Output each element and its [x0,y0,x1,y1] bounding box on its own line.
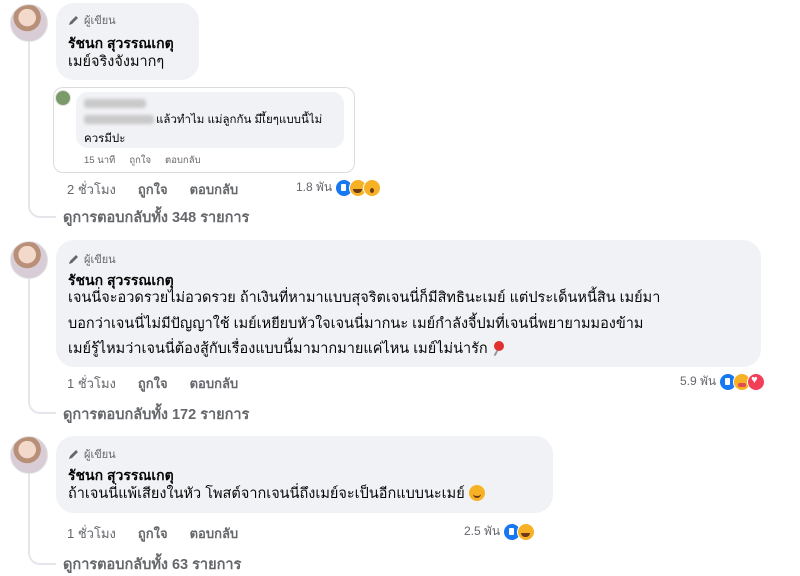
comment-text-wrap: ถ้าเจนนี่แพ้เสียงในหัว โพสต์จากเจนนี่ถึง… [68,482,486,507]
comment-text: ถ้าเจนนี่แพ้เสียงในหัว โพสต์จากเจนนี่ถึง… [68,486,465,502]
comment-time[interactable]: 1 ชั่วโมง [67,523,116,544]
blurred-text [84,115,154,124]
author-badge: ผู้เขียน [68,11,116,29]
comment-text-line1: เจนนี่จะอวดรวยไม่อวดรวย ถ้าเงินที่หามาแบ… [68,290,661,306]
reaction-count: 5.9 พัน [680,374,717,388]
blurred-name [84,99,146,108]
reply-link[interactable]: ตอบกลับ [190,523,239,544]
author-badge-label: ผู้เขียน [84,449,116,461]
like-link[interactable]: ถูกใจ [138,523,168,544]
author-badge-label: ผู้เขียน [84,15,116,27]
avatar[interactable] [10,4,48,42]
like-link[interactable]: ถูกใจ [138,179,168,200]
reaction-count: 1.8 พัน [296,180,333,194]
comment-actions: 1 ชั่วโมง ถูกใจ ตอบกลับ [67,523,238,544]
comment-text-line3-wrap: เมย์รู้ไหมว่าเจนนี่ต้องสู้กับเรื่องแบบนี… [68,337,505,362]
pencil-icon [69,450,78,459]
comment-actions: 2 ชั่วโมง ถูกใจ ตอบกลับ [67,179,238,200]
comment-time[interactable]: 2 ชั่วโมง [67,179,116,200]
view-replies-link[interactable]: ดูการตอบกลับทั้ง 63 รายการ [63,553,241,576]
nested-reply-actions: 15 นาที ถูกใจ ตอบกลับ [84,153,201,168]
avatar[interactable] [10,436,48,474]
comment-text-line3: เมย์รู้ไหมว่าเจนนี่ต้องสู้กับเรื่องแบบนี… [68,341,488,357]
wow-icon [363,178,382,197]
love-icon [747,372,766,391]
comment-actions: 1 ชั่วโมง ถูกใจ ตอบกลับ [67,373,238,394]
reaction-summary[interactable]: 1.8 พัน [296,178,382,197]
lollipop-emoji-icon [494,341,505,351]
nested-reply-text-line1: แล้วทำไม แม่ลูกกัน มีเี้ยๆแบบนี้ไม่ [156,114,323,126]
pencil-icon [69,16,78,25]
thread-line [28,474,56,565]
reaction-summary[interactable]: 2.5 พัน [464,522,536,541]
view-replies-link[interactable]: ดูการตอบกลับทั้ง 348 รายการ [63,206,249,229]
view-replies-link[interactable]: ดูการตอบกลับทั้ง 172 รายการ [63,403,249,426]
author-badge-label: ผู้เขียน [84,254,116,266]
nested-time[interactable]: 15 นาที [84,153,115,168]
nested-avatar [55,90,71,106]
thread-line [28,279,56,414]
thread-line [28,42,56,218]
comment-text-line2: บอกว่าเจนนี่ไม่มีปัญญาใช้ เมย์เหยียบหัวใ… [68,316,644,332]
reply-link[interactable]: ตอบกลับ [190,373,239,394]
reply-link[interactable]: ตอบกลับ [190,179,239,200]
reaction-summary[interactable]: 5.9 พัน [680,372,766,391]
nested-reply-link[interactable]: ตอบกลับ [165,153,201,168]
avatar[interactable] [10,241,48,279]
author-badge: ผู้เขียน [68,250,116,268]
author-badge: ผู้เขียน [68,445,116,463]
smile-emoji-icon [469,485,486,501]
reaction-count: 2.5 พัน [464,524,501,538]
comment-time[interactable]: 1 ชั่วโมง [67,373,116,394]
nested-reply-text-line2: ควรมีปะ [84,133,126,145]
nested-like-link[interactable]: ถูกใจ [129,153,151,168]
pencil-icon [69,255,78,264]
haha-icon [517,522,536,541]
like-link[interactable]: ถูกใจ [138,373,168,394]
comment-text: เมย์จริงจังมากๆ [68,54,165,70]
